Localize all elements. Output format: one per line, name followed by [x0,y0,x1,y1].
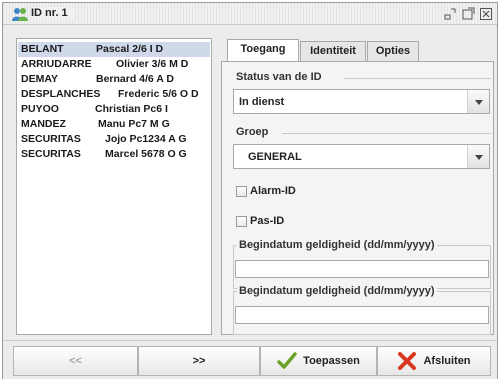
previous-label: << [69,355,82,367]
apply-button[interactable]: Toepassen [260,346,377,376]
list-item-name: ARRIUDARRE [21,58,92,70]
begindatum-label-1: Begindatum geldigheid (dd/mm/yyyy) [237,239,437,251]
list-item-detail: Bernard 4/6 A D [96,73,174,85]
group-value: GENERAL [248,151,302,163]
minimize-icon[interactable] [443,7,457,21]
window-title: ID nr. 1 [31,7,74,19]
close-x-icon [398,352,417,370]
list-item[interactable]: PUYOO Christian Pc6 I [18,102,210,117]
list-item-detail: Olivier 3/6 M D [116,58,189,70]
status-select[interactable]: In dienst [233,89,490,114]
chevron-down-icon[interactable] [467,90,489,113]
tab-panel-toegang: Status van de ID In dienst Groep GENERAL… [221,61,494,335]
id-list[interactable]: BELANT Pascal 2/6 I D ARRIUDARRE Olivier… [16,38,212,335]
tab-label: Identiteit [310,45,356,57]
begindatum-fieldset-2: Begindatum geldigheid (dd/mm/yyyy) [233,285,491,335]
title-bar: ID nr. 1 [3,3,497,25]
list-item-detail: Jojo Pc1234 A G [105,133,187,145]
tab-label: Opties [375,45,411,57]
next-label: >> [192,355,206,367]
chevron-down-icon[interactable] [467,145,489,168]
list-item[interactable]: MANDEZ Manu Pc7 M G [18,117,210,132]
next-button[interactable]: >> [138,346,260,376]
begindatum-fieldset-1: Begindatum geldigheid (dd/mm/yyyy) [233,239,491,289]
list-item-name: BELANT [21,43,64,55]
list-item-name: SECURITAS [21,133,81,145]
begindatum-input-2[interactable] [235,306,489,324]
group-label: Groep [236,126,269,138]
list-item[interactable]: SECURITAS Jojo Pc1234 A G [18,132,210,147]
list-item-detail: Christian Pc6 I [95,103,168,115]
checkmark-icon [277,352,297,369]
previous-button[interactable]: << [13,346,138,376]
id-window: ID nr. 1 BELANT Pascal 2/6 I D ARRIUDARR… [2,2,498,379]
status-label: Status van de ID [236,71,322,83]
list-item-detail: Pascal 2/6 I D [96,43,164,55]
list-item[interactable]: DESPLANCHES Frederic 5/6 O D [18,87,210,102]
group-select[interactable]: GENERAL [233,144,490,169]
tab-identiteit[interactable]: Identiteit [300,41,366,61]
button-bar: << >> Toepassen Afsluiten [3,340,497,379]
alarm-id-checkbox[interactable] [236,186,247,197]
list-item-detail: Manu Pc7 M G [98,118,170,130]
close-button[interactable]: Afsluiten [377,346,491,376]
alarm-id-label: Alarm-ID [250,185,296,197]
list-item-detail: Frederic 5/6 O D [118,88,199,100]
list-item-name: DESPLANCHES [21,88,101,100]
pas-id-checkbox[interactable] [236,216,247,227]
list-item[interactable]: SECURITAS Marcel 5678 O G [18,147,210,162]
list-item[interactable]: BELANT Pascal 2/6 I D [18,42,210,57]
pas-id-label: Pas-ID [250,215,285,227]
tab-label: Toegang [240,43,286,55]
close-icon[interactable] [479,7,493,21]
divider [282,133,491,134]
close-label: Afsluiten [423,355,471,367]
list-item-name: DEMAY [21,73,58,85]
status-value: In dienst [239,96,285,108]
list-item[interactable]: ARRIUDARRE Olivier 3/6 M D [18,57,210,72]
list-item-name: PUYOO [21,103,59,115]
apply-label: Toepassen [303,355,360,367]
users-icon [12,8,28,21]
begindatum-input-1[interactable] [235,260,489,278]
begindatum-label-2: Begindatum geldigheid (dd/mm/yyyy) [237,285,437,297]
maximize-icon[interactable] [461,7,475,21]
list-item-name: SECURITAS [21,148,81,160]
tab-opties[interactable]: Opties [367,41,419,61]
list-item-name: MANDEZ [21,118,66,130]
list-item[interactable]: DEMAY Bernard 4/6 A D [18,72,210,87]
divider [344,78,491,79]
list-item-detail: Marcel 5678 O G [105,148,187,160]
tab-toegang[interactable]: Toegang [227,39,299,61]
